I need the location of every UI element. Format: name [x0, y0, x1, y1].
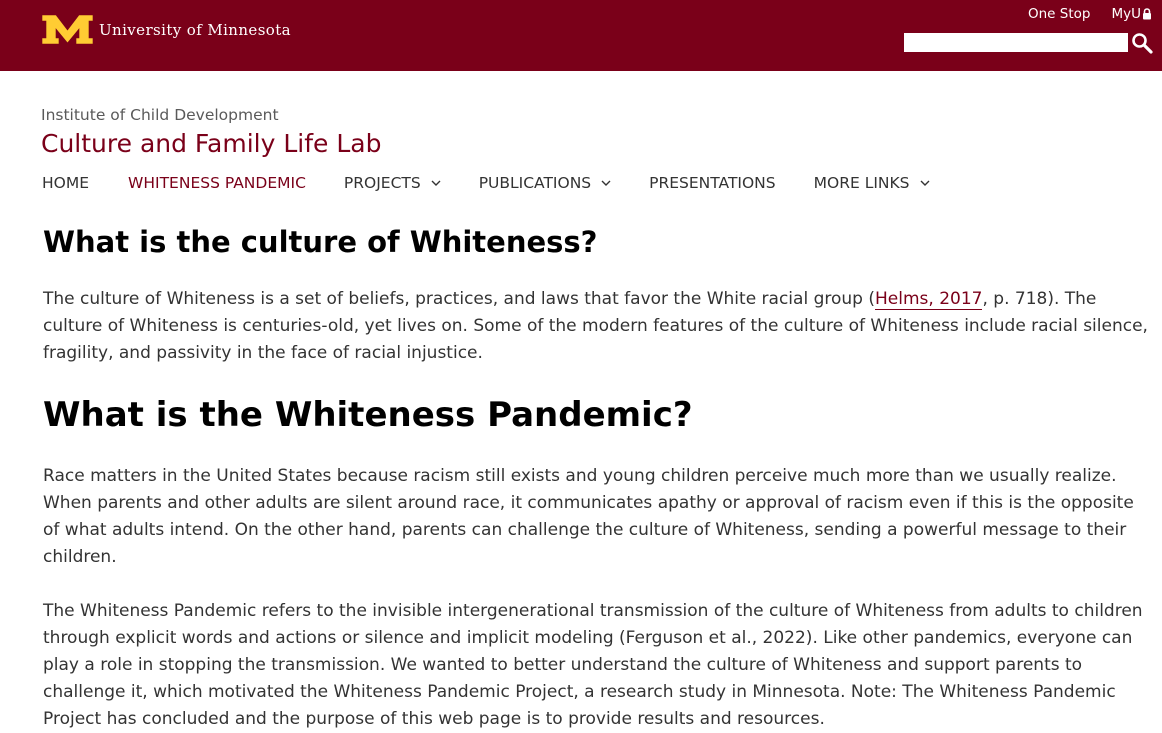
university-name: University of Minnesota — [99, 20, 291, 39]
heading-whiteness-pandemic: What is the Whiteness Pandemic? — [43, 394, 693, 435]
nav-publications[interactable]: PUBLICATIONS — [479, 174, 611, 192]
heading-culture-of-whiteness: What is the culture of Whiteness? — [43, 225, 598, 259]
chevron-down-icon — [601, 180, 611, 186]
myu-link[interactable]: MyU — [1111, 6, 1152, 22]
nav-presentations-label: PRESENTATIONS — [649, 174, 776, 192]
nav-home[interactable]: HOME — [42, 174, 89, 192]
main-content: What is the culture of Whiteness? The cu… — [43, 225, 1148, 733]
main-navigation: HOME WHITENESS PANDEMIC PROJECTS PUBLICA… — [42, 174, 930, 192]
nav-publications-label: PUBLICATIONS — [478, 174, 592, 192]
nav-presentations[interactable]: PRESENTATIONS — [649, 174, 775, 192]
one-stop-link[interactable]: One Stop — [1028, 6, 1090, 22]
nav-more-links[interactable]: MORE LINKS — [814, 174, 930, 192]
nav-home-label: HOME — [42, 174, 90, 192]
university-header: University of Minnesota One Stop MyU — [0, 0, 1162, 71]
chevron-down-icon — [920, 180, 929, 186]
nav-whiteness-pandemic[interactable]: WHITENESS PANDEMIC — [128, 174, 306, 192]
search-button[interactable] — [1129, 31, 1154, 55]
nav-more-links-label: MORE LINKS — [813, 174, 910, 192]
paragraph-pandemic-definition: The Whiteness Pandemic refers to the inv… — [43, 600, 1143, 729]
site-title[interactable]: Culture and Family Life Lab — [41, 129, 381, 158]
p1-text-before: The culture of Whiteness is a set of bel… — [43, 288, 875, 309]
search-input[interactable] — [904, 33, 1128, 52]
paragraph-culture-definition: The culture of Whiteness is a set of bel… — [43, 286, 1148, 367]
search-icon — [1131, 33, 1153, 54]
nav-whiteness-pandemic-label: WHITENESS PANDEMIC — [128, 174, 306, 192]
chevron-down-icon — [431, 180, 441, 186]
block-m-logo-icon — [41, 14, 94, 45]
myu-label: MyU — [1111, 6, 1141, 22]
one-stop-label: One Stop — [1027, 6, 1091, 22]
lock-icon — [1143, 8, 1151, 20]
nav-projects[interactable]: PROJECTS — [344, 174, 441, 192]
paragraph-race-matters: Race matters in the United States becaus… — [43, 465, 1134, 567]
university-logo[interactable]: University of Minnesota — [41, 14, 291, 45]
nav-projects-label: PROJECTS — [343, 174, 421, 192]
helms-citation-link[interactable]: Helms, 2017 — [875, 288, 983, 310]
utility-links: One Stop MyU — [1007, 6, 1152, 22]
parent-unit-link[interactable]: Institute of Child Development — [41, 106, 279, 124]
